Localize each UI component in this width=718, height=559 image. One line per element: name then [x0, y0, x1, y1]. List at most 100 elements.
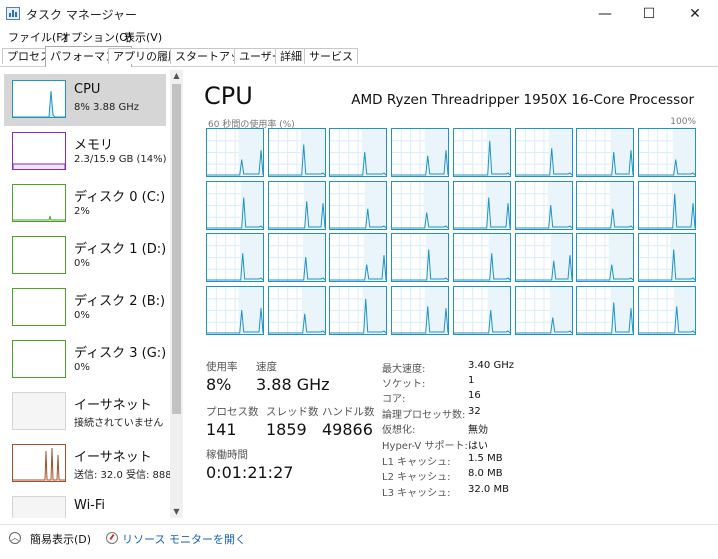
spec-key: L3 キャッシュ:: [382, 488, 451, 499]
sidebar-item-disk-0[interactable]: ディスク 0 (C:) 2%: [4, 178, 166, 230]
logical-processor-graphs[interactable]: [206, 128, 700, 338]
spec-value: 3.40 GHz: [468, 360, 514, 371]
uptime-label: 稼働時間: [206, 449, 248, 461]
speed-label: 速度: [256, 361, 277, 373]
spec-value: 8.0 MB: [468, 468, 503, 479]
fewer-details-button[interactable]: 簡易表示(D): [30, 531, 91, 547]
logical-processor-graph: [267, 233, 326, 283]
sidebar-item-label: ディスク 3 (G:): [74, 346, 167, 361]
spec-value: 16: [468, 390, 481, 401]
close-button[interactable]: ✕: [672, 0, 718, 28]
menu-file[interactable]: ファイル(F): [8, 29, 67, 45]
menu-options[interactable]: オプション(O): [60, 29, 132, 45]
logical-processor-graph: [267, 128, 326, 177]
disk-3-thumbnail-graph: [12, 340, 66, 378]
wifi-thumbnail-graph: [12, 496, 66, 518]
spec-key: 仮想化:: [382, 425, 416, 436]
handles-label: ハンドル数: [322, 406, 375, 418]
sidebar-item-detail: 8% 3.88 GHz: [74, 102, 140, 113]
processes-value: 141: [206, 420, 237, 439]
logical-processor-graph: [452, 233, 511, 283]
sidebar-item-detail: 送信: 32.0 受信: 888: [74, 470, 172, 481]
usage-label: 使用率: [206, 361, 238, 373]
sidebar-item-cpu[interactable]: CPU 8% 3.88 GHz: [4, 74, 166, 126]
chevron-up-icon[interactable]: ︿: [9, 532, 21, 544]
scrollbar-thumb[interactable]: [172, 84, 181, 414]
logical-processor-graph: [329, 180, 388, 230]
logical-processor-graph: [267, 286, 326, 336]
spec-key: ソケット:: [382, 379, 426, 390]
spec-value: 32: [468, 406, 481, 417]
spec-value: 1: [468, 375, 475, 386]
memory-thumbnail-graph: [12, 132, 66, 170]
logical-processor-graph: [206, 128, 264, 177]
sidebar-item-detail: 0%: [74, 258, 90, 269]
ethernet-thumbnail-graph: [12, 444, 66, 482]
scroll-down-arrow-icon[interactable]: ▼: [170, 506, 183, 518]
menu-bar: ファイル(F) オプション(O) 表示(V): [0, 28, 718, 46]
logical-processor-graph: [637, 286, 696, 336]
sidebar-item-label: メモリ: [74, 138, 114, 153]
sidebar-item-label: ディスク 0 (C:): [74, 190, 166, 205]
sidebar-item-detail: 0%: [74, 310, 90, 321]
sidebar-item-label: CPU: [74, 82, 101, 97]
task-manager-icon: [6, 7, 20, 20]
usage-value: 8%: [206, 375, 232, 394]
resource-monitor-link[interactable]: リソース モニターを開く: [122, 531, 246, 547]
spec-key: L2 キャッシュ:: [382, 472, 451, 483]
sidebar-item-label: イーサネット: [74, 450, 152, 465]
sidebar-scrollbar[interactable]: ▲ ▼: [170, 70, 183, 518]
tab-details[interactable]: 詳細: [275, 48, 307, 64]
spec-key: 論理プロセッサ数:: [382, 410, 466, 421]
spec-value: 無効: [468, 425, 488, 436]
tab-bar: プロセス パフォーマンス アプリの履歴 スタートアップ ユーザー 詳細 サービス: [0, 46, 718, 67]
disk-1-thumbnail-graph: [12, 236, 66, 274]
title-bar: タスク マネージャー — ☐ ✕: [0, 0, 718, 28]
sidebar-item-ethernet-disconnected[interactable]: イーサネット 接続されていません: [4, 386, 166, 438]
spec-key: コア:: [382, 394, 406, 405]
speed-value: 3.88 GHz: [256, 375, 330, 394]
logical-processor-graph: [576, 128, 635, 177]
minimize-button[interactable]: —: [582, 0, 628, 28]
sidebar-item-detail: 2%: [74, 206, 90, 217]
logical-processor-graph: [637, 128, 696, 177]
logical-processor-graph: [206, 180, 264, 230]
sidebar-item-label: ディスク 2 (B:): [74, 294, 166, 309]
window-title: タスク マネージャー: [26, 8, 137, 22]
logical-processor-graph: [391, 128, 450, 177]
sidebar-item-label: イーサネット: [74, 398, 152, 413]
sidebar-item-label: Wi-Fi: [74, 498, 106, 513]
graph-max-label: 100%: [670, 117, 696, 127]
logical-processor-graph: [267, 180, 326, 230]
maximize-button[interactable]: ☐: [626, 0, 672, 28]
logical-processor-graph: [514, 180, 573, 230]
cpu-model-name: AMD Ryzen Threadripper 1950X 16-Core Pro…: [351, 92, 694, 108]
sidebar-item-detail: 接続されていません: [74, 418, 164, 429]
sidebar-item-ethernet[interactable]: イーサネット 送信: 32.0 受信: 888: [4, 438, 172, 490]
disk-2-thumbnail-graph: [12, 288, 66, 326]
sidebar-item-wifi[interactable]: Wi-Fi: [4, 490, 166, 518]
logical-processor-graph: [576, 180, 635, 230]
threads-label: スレッド数: [266, 406, 319, 418]
logical-processor-graph: [391, 286, 450, 336]
spec-key: L1 キャッシュ:: [382, 457, 451, 468]
menu-view[interactable]: 表示(V): [124, 29, 162, 45]
logical-processor-graph: [329, 286, 388, 336]
sidebar-item-memory[interactable]: メモリ 2.3/15.9 GB (14%): [4, 126, 167, 178]
logical-processor-graph: [391, 180, 450, 230]
logical-processor-graph: [329, 128, 388, 177]
sidebar-item-disk-2[interactable]: ディスク 2 (B:) 0%: [4, 282, 166, 334]
logical-processor-graph: [637, 233, 696, 283]
logical-processor-graph: [514, 128, 573, 177]
logical-processor-graph: [329, 233, 388, 283]
disk-0-thumbnail-graph: [12, 184, 66, 222]
logical-processor-graph: [576, 286, 635, 336]
tab-services[interactable]: サービス: [304, 48, 358, 64]
cpu-thumbnail-graph: [12, 80, 66, 118]
sidebar-item-disk-1[interactable]: ディスク 1 (D:) 0%: [4, 230, 166, 282]
sidebar-item-disk-3[interactable]: ディスク 3 (G:) 0%: [4, 334, 166, 386]
logical-processor-graph: [391, 233, 450, 283]
uptime-value: 0:01:21:27: [206, 463, 294, 482]
scroll-up-arrow-icon[interactable]: ▲: [170, 70, 183, 82]
logical-processor-graph: [452, 180, 511, 230]
